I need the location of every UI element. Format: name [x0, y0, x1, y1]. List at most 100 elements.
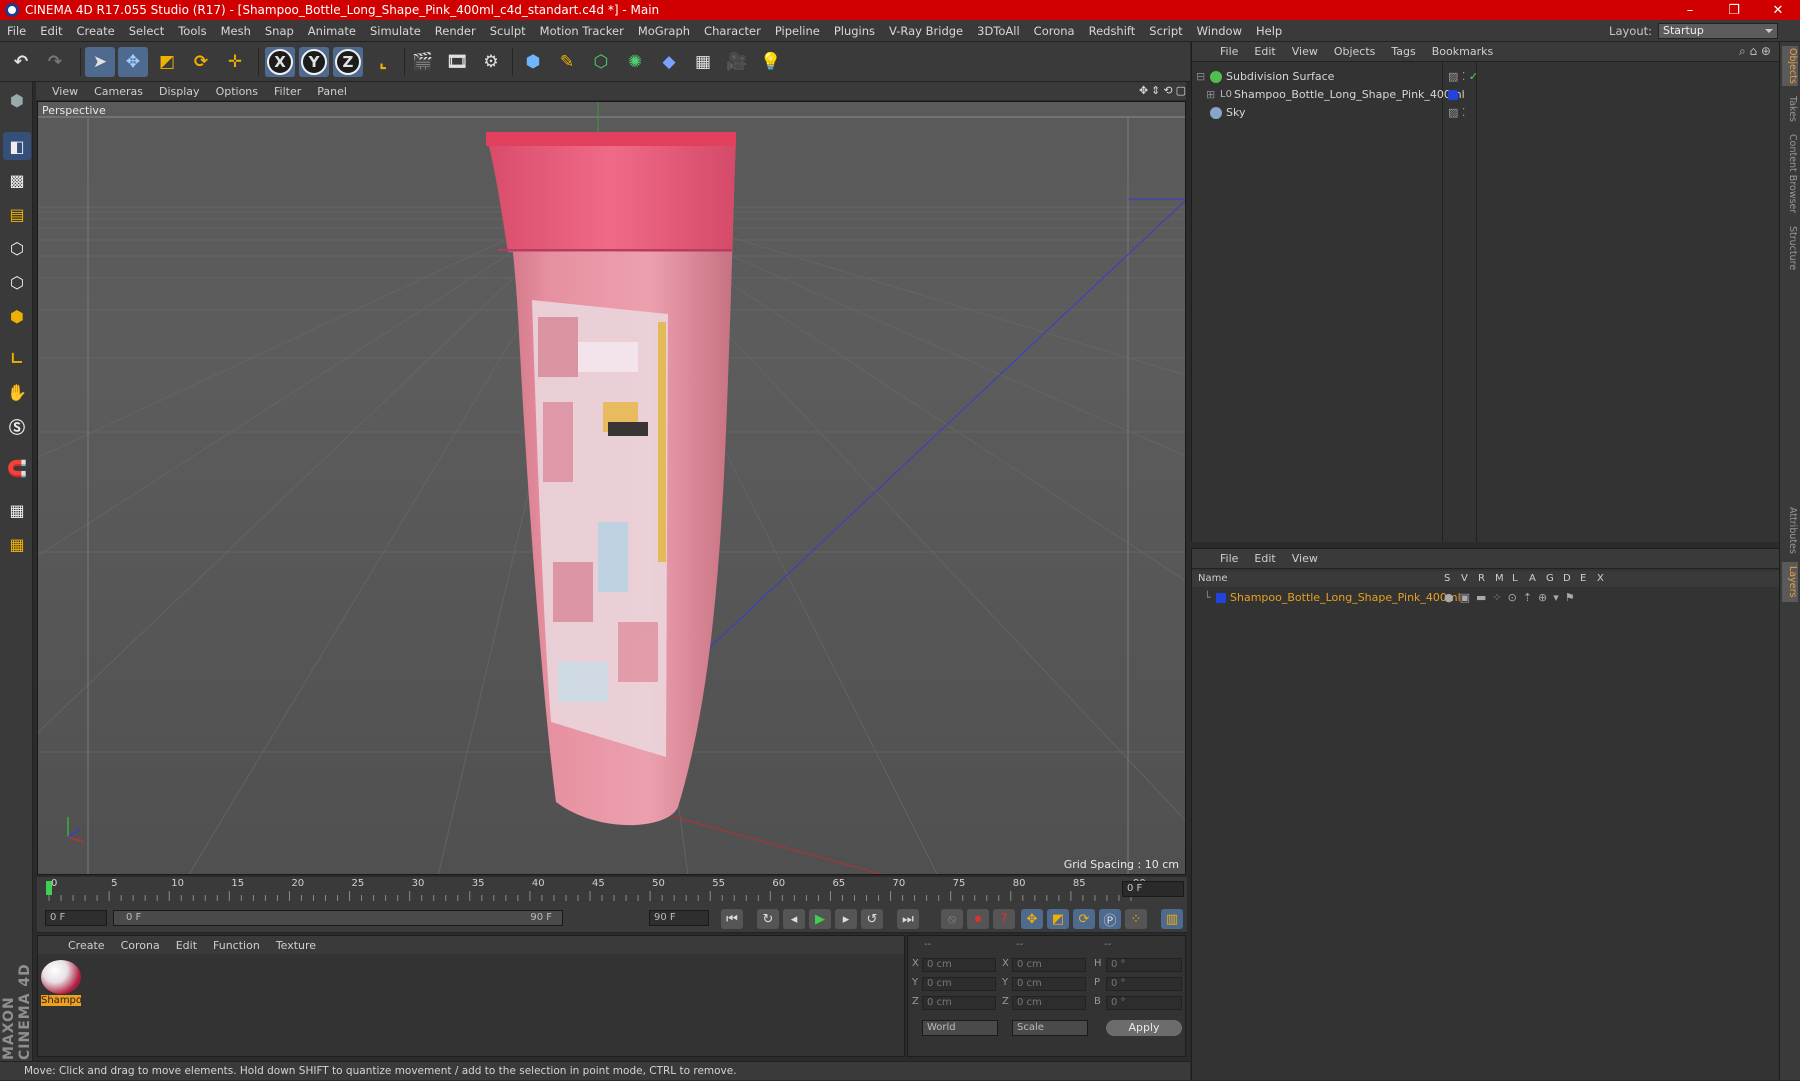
tab-content-browser[interactable]: Content Browser	[1782, 134, 1798, 214]
current-frame-field[interactable]: 0 F	[1122, 881, 1184, 897]
menu-character[interactable]: Character	[697, 24, 768, 38]
menu-vray-bridge[interactable]: V-Ray Bridge	[882, 24, 970, 38]
objects-menu-bookmarks[interactable]: Bookmarks	[1424, 45, 1501, 58]
layer-row-shampoo[interactable]: └ Shampoo_Bottle_Long_Shape_Pink_400ml ●…	[1192, 589, 1779, 607]
menu-create[interactable]: Create	[70, 24, 122, 38]
start-frame-field[interactable]: 0 F	[45, 910, 107, 926]
render-picture-viewer-icon[interactable]: 🎞	[442, 47, 472, 77]
menu-snap[interactable]: Snap	[258, 24, 301, 38]
live-selection-icon[interactable]: ➤	[85, 47, 115, 77]
menu-pipeline[interactable]: Pipeline	[768, 24, 827, 38]
undo-icon[interactable]: ↶	[6, 47, 36, 77]
coordinate-system-icon[interactable]: ⌞	[368, 47, 398, 77]
toggle-view-icon[interactable]: ▢	[1176, 84, 1186, 97]
material-menu-texture[interactable]: Texture	[268, 939, 324, 952]
size-y-field[interactable]: 0 cm	[1012, 977, 1086, 991]
subdivision-surface-icon[interactable]: ⬡	[586, 47, 616, 77]
record-active-icon[interactable]: ⏺	[967, 909, 989, 929]
pen-spline-icon[interactable]: ✎	[552, 47, 582, 77]
menu-plugins[interactable]: Plugins	[827, 24, 882, 38]
tab-layers[interactable]: Layers	[1782, 562, 1798, 602]
rot-h-field[interactable]: 0 °	[1106, 958, 1182, 972]
material-thumbnail[interactable]: Shampo	[41, 960, 82, 1006]
workplane-align-icon[interactable]: ▦	[3, 530, 31, 558]
rot-b-field[interactable]: 0 °	[1106, 996, 1182, 1010]
menu-redshift[interactable]: Redshift	[1082, 24, 1143, 38]
rot-p-field[interactable]: 0 °	[1106, 977, 1182, 991]
objects-menu-edit[interactable]: Edit	[1246, 45, 1283, 58]
pan-view-icon[interactable]: ✥	[1139, 84, 1148, 97]
floor-object-icon[interactable]: ▦	[688, 47, 718, 77]
viewport-menu-filter[interactable]: Filter	[266, 85, 309, 98]
menu-mograph[interactable]: MoGraph	[631, 24, 697, 38]
light-object-icon[interactable]: 💡	[756, 47, 786, 77]
render-settings-icon[interactable]: ⚙	[476, 47, 506, 77]
layers-menu-view[interactable]: View	[1284, 552, 1326, 565]
autokey-icon[interactable]: ?	[993, 909, 1015, 929]
z-axis-lock-button[interactable]: Z	[335, 49, 361, 75]
polygons-mode-icon[interactable]: ⬢	[3, 302, 31, 330]
cloner-icon[interactable]: ✺	[620, 47, 650, 77]
visibility-toggle-sky[interactable]: ▨ ⁚	[1448, 104, 1465, 122]
end-frame-field[interactable]: 90 F	[649, 910, 709, 926]
previous-key-icon[interactable]: ↻	[757, 909, 779, 929]
cube-object-icon[interactable]: ⬢	[518, 47, 548, 77]
layer-color-swatch[interactable]: ⁚	[1448, 86, 1465, 104]
pos-y-field[interactable]: 0 cm	[922, 977, 996, 991]
minimize-button[interactable]: –	[1668, 3, 1712, 18]
expand-icon[interactable]: ⊞	[1206, 86, 1215, 104]
render-view-icon[interactable]: 🎬	[408, 47, 438, 77]
apply-button[interactable]: Apply	[1106, 1020, 1182, 1036]
layer-color-icon[interactable]	[1216, 593, 1226, 603]
perspective-viewport[interactable]: Perspective Grid Spacing : 10 cm	[37, 101, 1186, 875]
tab-objects[interactable]: Objects	[1782, 46, 1798, 86]
key-rotation-icon[interactable]: ⟳	[1073, 909, 1095, 929]
workplane-mode-icon[interactable]: ▤	[3, 200, 31, 228]
layer-name-shampoo[interactable]: Shampoo_Bottle_Long_Shape_Pink_400ml	[1230, 589, 1461, 607]
material-menu-corona[interactable]: Corona	[113, 939, 168, 952]
viewport-menu-panel[interactable]: Panel	[309, 85, 355, 98]
next-frame-icon[interactable]: ▸	[835, 909, 857, 929]
coordinate-mode-dropdown[interactable]: World	[922, 1020, 998, 1036]
tab-structure[interactable]: Structure	[1782, 224, 1798, 272]
rotate-view-icon[interactable]: ⟲	[1163, 84, 1172, 97]
scale-tool-icon[interactable]: ◩	[152, 47, 182, 77]
viewport-menu-view[interactable]: View	[44, 85, 86, 98]
model-mode-icon[interactable]: ◧	[3, 132, 31, 160]
redo-icon[interactable]: ↷	[40, 47, 70, 77]
layer-flag-icons[interactable]: ●▣▬⁘⊙⇡⊕▾⚑	[1444, 589, 1581, 607]
material-menu-function[interactable]: Function	[205, 939, 268, 952]
menu-3dtoall[interactable]: 3DToAll	[970, 24, 1027, 38]
menu-help[interactable]: Help	[1249, 24, 1289, 38]
key-pla-icon[interactable]: ⁘	[1125, 909, 1147, 929]
menu-simulate[interactable]: Simulate	[363, 24, 428, 38]
close-button[interactable]: ✕	[1756, 3, 1800, 18]
key-position-icon[interactable]: ✥	[1021, 909, 1043, 929]
snapping-icon[interactable]: 🧲	[3, 454, 31, 482]
x-axis-lock-button[interactable]: X	[267, 49, 293, 75]
material-menu-create[interactable]: Create	[60, 939, 113, 952]
objects-menu-objects[interactable]: Objects	[1326, 45, 1384, 58]
frame-range-slider[interactable]: 0 F 90 F	[113, 910, 563, 926]
menu-render[interactable]: Render	[428, 24, 483, 38]
menu-script[interactable]: Script	[1142, 24, 1189, 38]
menu-window[interactable]: Window	[1190, 24, 1249, 38]
menu-select[interactable]: Select	[122, 24, 171, 38]
axis-mode-icon[interactable]: ∟	[3, 344, 31, 372]
edges-mode-icon[interactable]: ⬡	[3, 268, 31, 296]
zoom-view-icon[interactable]: ⇕	[1151, 84, 1160, 97]
points-mode-icon[interactable]: ⬡	[3, 234, 31, 262]
object-row-subdivision[interactable]: ⊟ Subdivision Surface ▨ ⁚ ✓	[1192, 68, 1779, 86]
material-menu-edit[interactable]: Edit	[168, 939, 205, 952]
pos-z-field[interactable]: 0 cm	[922, 996, 996, 1010]
deformer-icon[interactable]: ◆	[654, 47, 684, 77]
pos-x-field[interactable]: 0 cm	[922, 958, 996, 972]
make-editable-icon[interactable]: ⬢	[3, 86, 31, 114]
object-row-sky[interactable]: Sky ▨ ⁚	[1192, 104, 1779, 122]
menu-sculpt[interactable]: Sculpt	[483, 24, 533, 38]
size-x-field[interactable]: 0 cm	[1012, 958, 1086, 972]
menu-animate[interactable]: Animate	[301, 24, 363, 38]
layers-menu-edit[interactable]: Edit	[1246, 552, 1283, 565]
texture-mode-icon[interactable]: ▩	[3, 166, 31, 194]
play-icon[interactable]: ▶	[809, 909, 831, 929]
